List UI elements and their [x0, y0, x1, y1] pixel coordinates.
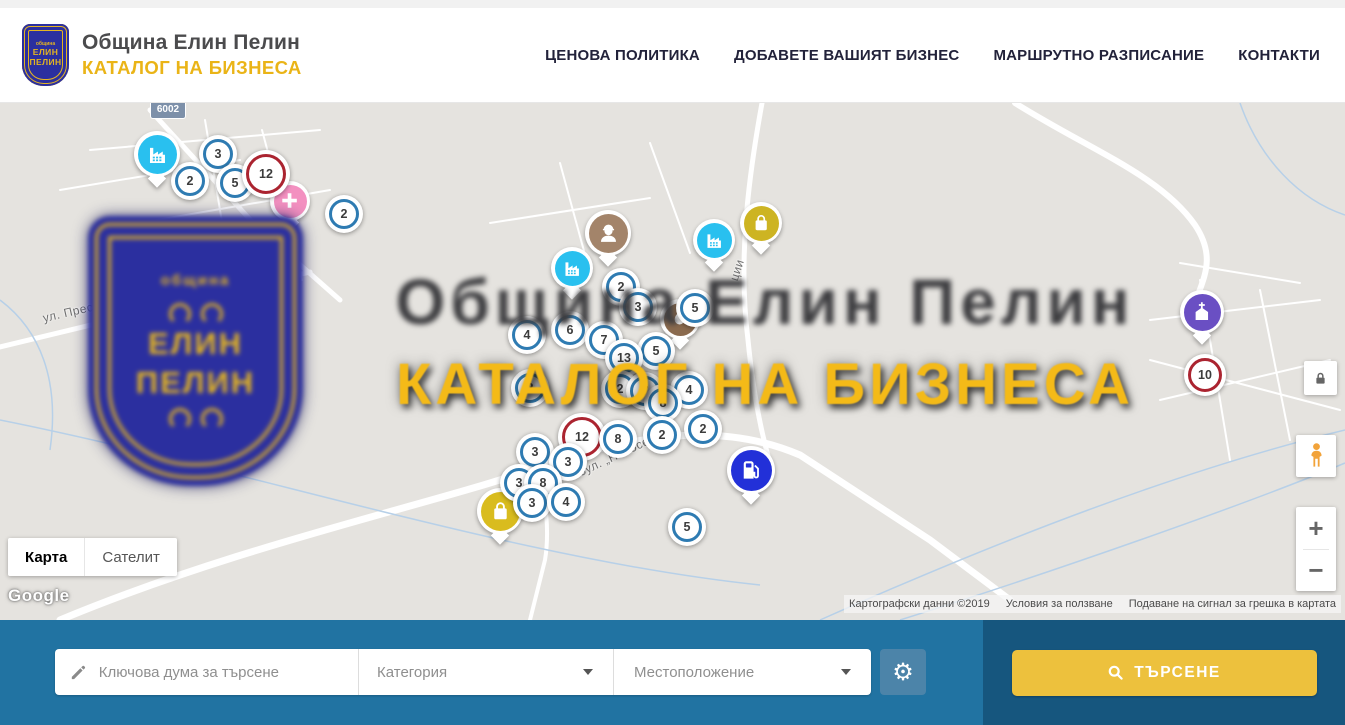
pegman-button[interactable] [1296, 435, 1336, 477]
chevron-down-icon [583, 669, 593, 675]
cluster-count: 6 [555, 315, 585, 345]
advanced-search-button[interactable]: ⚙ [880, 649, 926, 695]
report-map-error-link[interactable]: Подаване на сигнал за грешка в картата [1129, 598, 1336, 610]
map-pin[interactable] [740, 202, 782, 255]
map-type-control: Карта Сателит [8, 538, 177, 576]
cluster-count: 2 [688, 414, 718, 444]
factory-icon [697, 223, 732, 258]
search-icon [1107, 664, 1124, 681]
map-cluster[interactable]: 10 [1184, 354, 1226, 396]
nav-route-schedule[interactable]: МАРШРУТНО РАЗПИСАНИЕ [993, 47, 1204, 64]
search-submit-label: ТЪРСЕНЕ [1134, 664, 1220, 682]
attribution-copyright: Картографски данни ©2019 [849, 598, 990, 610]
pin-head [693, 219, 735, 261]
markers-layer: 3251222354675132274821282333834510 [0, 103, 1345, 620]
cluster-count: 12 [246, 154, 286, 194]
cluster-count: 3 [623, 292, 653, 322]
map-cluster[interactable]: 3 [513, 484, 551, 522]
cluster-count: 3 [520, 437, 550, 467]
zoom-out-button[interactable]: − [1296, 550, 1336, 592]
map-cluster[interactable]: 5 [668, 508, 706, 546]
map-pin[interactable] [551, 247, 593, 300]
pencil-icon [69, 662, 88, 683]
pin-head [740, 202, 782, 244]
google-logo[interactable]: Google [8, 586, 70, 606]
pin-head [551, 247, 593, 289]
cluster-count: 5 [680, 293, 710, 323]
map-pin[interactable] [134, 131, 180, 188]
map-attribution: Картографски данни ©2019 Условия за полз… [844, 595, 1341, 613]
cluster-count: 4 [551, 487, 581, 517]
map-cluster[interactable]: 4 [508, 316, 546, 354]
map-cluster[interactable]: 3 [619, 288, 657, 326]
pegman-icon [1308, 442, 1325, 470]
zoom-in-button[interactable]: + [1296, 507, 1336, 549]
nav-contacts[interactable]: КОНТАКТИ [1238, 47, 1320, 64]
site-subtitle: КАТАЛОГ НА БИЗНЕСА [82, 57, 302, 79]
map-cluster[interactable]: 6 [551, 311, 589, 349]
cluster-count: 10 [1188, 358, 1222, 392]
map-cluster[interactable]: 8 [599, 420, 637, 458]
logo-text: Община Елин Пелин КАТАЛОГ НА БИЗНЕСА [82, 31, 302, 79]
map-pin[interactable] [693, 219, 735, 272]
church-icon [1184, 294, 1221, 331]
site-logo[interactable]: община ЕЛИН ПЕЛИН Община Елин Пелин КАТА… [22, 24, 302, 86]
page: община ЕЛИН ПЕЛИН Община Елин Пелин КАТА… [0, 0, 1345, 725]
map-cluster[interactable]: 2 [643, 416, 681, 454]
pin-head [1180, 290, 1224, 334]
search-submit-panel: ТЪРСЕНЕ [983, 620, 1345, 725]
bag-icon [744, 206, 779, 241]
nav-add-your-business[interactable]: ДОБАВЕТЕ ВАШИЯТ БИЗНЕС [734, 47, 959, 64]
map-cluster[interactable]: 12 [242, 150, 290, 198]
location-select[interactable]: Местоположение [613, 649, 871, 695]
cluster-count: 5 [672, 512, 702, 542]
map-cluster[interactable]: 2 [511, 369, 549, 407]
search-submit-button[interactable]: ТЪРСЕНЕ [1012, 650, 1317, 696]
site-title: Община Елин Пелин [82, 31, 302, 55]
map-cluster[interactable]: 5 [637, 332, 675, 370]
fuel-icon [731, 450, 772, 491]
location-select-value: Местоположение [634, 664, 754, 681]
pin-head [727, 446, 775, 494]
map-type-satellite-button[interactable]: Сателит [84, 538, 177, 576]
map-cluster[interactable]: 5 [676, 289, 714, 327]
map-cluster[interactable]: 4 [547, 483, 585, 521]
chevron-down-icon [841, 669, 851, 675]
cluster-count: 3 [517, 488, 547, 518]
municipality-crest-icon: община ЕЛИН ПЕЛИН [22, 24, 69, 86]
header: община ЕЛИН ПЕЛИН Община Елин Пелин КАТА… [0, 0, 1345, 103]
main-nav: ЦЕНОВА ПОЛИТИКА ДОБАВЕТЕ ВАШИЯТ БИЗНЕС М… [545, 47, 1320, 64]
factory-icon [555, 251, 590, 286]
cluster-count: 2 [647, 420, 677, 450]
cluster-count: 8 [648, 388, 678, 418]
keyword-field [55, 649, 358, 695]
search-bar: ТЪРСЕНЕ Категория Местоположение ⚙ [0, 620, 1345, 725]
cluster-count: 13 [609, 343, 639, 373]
nav-pricing-policy[interactable]: ЦЕНОВА ПОЛИТИКА [545, 47, 700, 64]
map-pin[interactable] [1180, 290, 1224, 345]
category-select-value: Категория [377, 664, 447, 681]
pin-head [134, 131, 180, 177]
gear-icon: ⚙ [892, 658, 914, 687]
lock-icon [1313, 371, 1328, 386]
map-type-map-button[interactable]: Карта [8, 538, 84, 576]
cluster-count: 8 [603, 424, 633, 454]
keyword-input[interactable] [99, 664, 348, 681]
map-cluster[interactable]: 2 [684, 410, 722, 448]
cluster-count: 4 [512, 320, 542, 350]
factory-icon [138, 135, 177, 174]
cluster-count: 2 [515, 373, 545, 403]
worker-icon [589, 214, 628, 253]
terms-of-use-link[interactable]: Условия за ползване [1006, 598, 1113, 610]
zoom-control: + − [1296, 507, 1336, 591]
crest-word: ПЕЛИН [30, 58, 62, 68]
street-view-lock-button[interactable] [1304, 361, 1337, 395]
category-select[interactable]: Категория [358, 649, 613, 695]
map-canvas[interactable]: 6002 ул. Преслав бул. „Новосел ции 32512… [0, 103, 1345, 620]
cluster-count: 5 [641, 336, 671, 366]
search-fields: Категория Местоположение [55, 649, 871, 695]
cluster-count: 2 [329, 199, 359, 229]
map-cluster[interactable]: 2 [325, 195, 363, 233]
map-pin[interactable] [727, 446, 775, 505]
